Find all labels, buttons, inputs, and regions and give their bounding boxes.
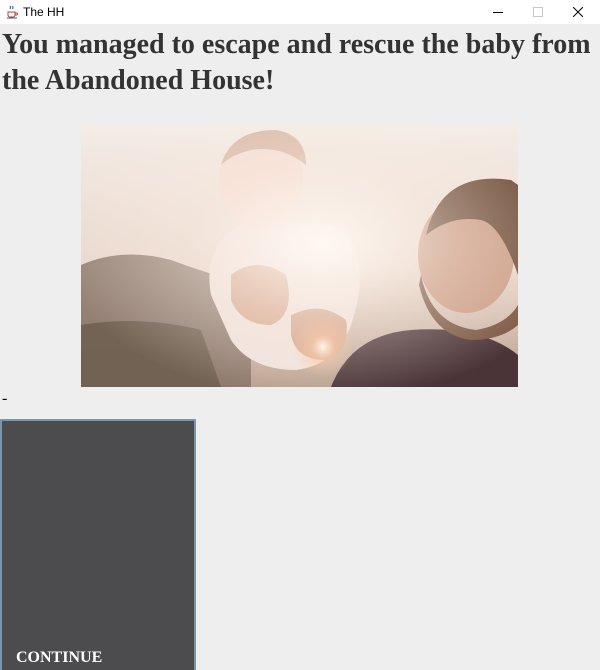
window-title: The HH (23, 5, 65, 19)
minimize-button[interactable] (476, 0, 520, 24)
maximize-icon (533, 7, 543, 17)
photo-father-holding-baby (81, 125, 518, 387)
close-icon (573, 7, 583, 17)
maximize-button[interactable] (516, 0, 560, 24)
close-button[interactable] (556, 0, 600, 24)
page-title: You managed to escape and rescue the bab… (2, 29, 591, 96)
title-bar: The HH (0, 0, 600, 24)
rescue-photo (81, 125, 518, 387)
separator-text: - (2, 390, 8, 407)
continue-label: CONTINUE (16, 649, 103, 666)
minimize-icon (493, 12, 503, 13)
java-cup-icon (7, 5, 18, 19)
continue-button[interactable]: CONTINUE (0, 419, 196, 670)
